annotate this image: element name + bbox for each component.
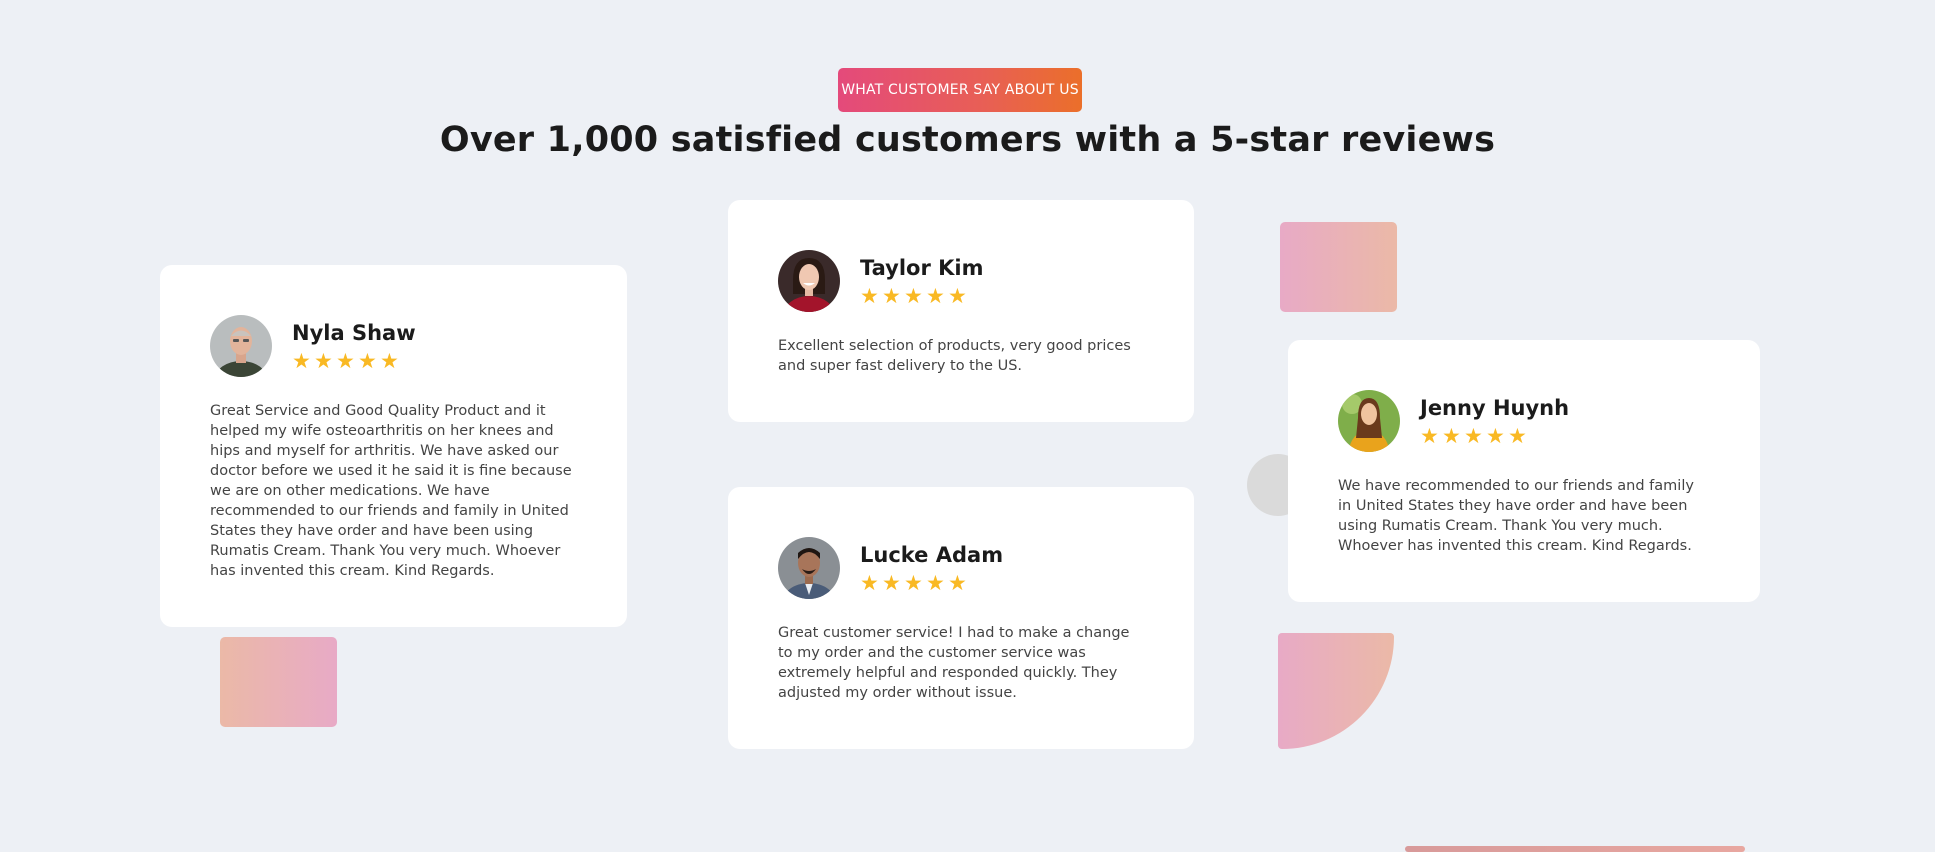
star-rating: ★ ★ ★ ★ ★ [292, 350, 416, 372]
star-icon: ★ [926, 284, 945, 308]
star-icon: ★ [926, 571, 945, 595]
avatar-lucke-adam [778, 537, 840, 599]
decorative-quarter-shape [1278, 633, 1394, 749]
review-text: Excellent selection of products, very go… [778, 338, 1131, 374]
avatar-image [210, 315, 272, 377]
avatar-taylor-kim [778, 250, 840, 312]
star-rating: ★ ★ ★ ★ ★ [860, 285, 983, 307]
reviewer-info: Taylor Kim ★ ★ ★ ★ ★ [860, 255, 983, 307]
star-icon: ★ [336, 349, 355, 373]
decorative-shape-top-right [1280, 222, 1397, 312]
reviewer-name: Taylor Kim [860, 256, 984, 280]
reviewer-info: Nyla Shaw ★ ★ ★ ★ ★ [292, 320, 416, 372]
avatar-image [778, 537, 840, 599]
star-icon: ★ [1420, 424, 1439, 448]
star-icon: ★ [948, 571, 967, 595]
review-header: Jenny Huynh ★ ★ ★ ★ ★ [1338, 390, 1710, 452]
avatar-image [778, 250, 840, 312]
section-title: Over 1,000 satisfied customers with a 5-… [439, 120, 1496, 160]
reviewer-name: Jenny Huynh [1420, 396, 1570, 420]
star-icon: ★ [904, 284, 923, 308]
review-card-taylor-kim: Taylor Kim ★ ★ ★ ★ ★ Excellent selection of … [728, 200, 1194, 422]
review-header: Lucke Adam ★ ★ ★ ★ ★ [778, 537, 1144, 599]
review-card-jenny-huynh: Jenny Huynh ★ ★ ★ ★ ★ We have recommended to… [1288, 340, 1760, 602]
review-header: Nyla Shaw ★ ★ ★ ★ ★ [210, 315, 577, 377]
avatar-jenny-huynh [1338, 390, 1400, 452]
star-icon: ★ [860, 571, 879, 595]
star-rating: ★ ★ ★ ★ ★ [860, 572, 1003, 594]
badge-what-customer-say: WHAT CUSTOMER SAY ABOUT US [838, 68, 1082, 112]
review-header: Taylor Kim ★ ★ ★ ★ ★ [778, 250, 1144, 312]
star-icon: ★ [292, 349, 311, 373]
star-icon: ★ [860, 284, 879, 308]
reviewer-info: Jenny Huynh ★ ★ ★ ★ ★ [1420, 395, 1569, 447]
star-icon: ★ [380, 349, 399, 373]
avatar-nyla-shaw [210, 315, 272, 377]
star-icon: ★ [948, 284, 967, 308]
avatar-image [1338, 390, 1400, 452]
reviewer-name: Lucke Adam [860, 543, 1004, 567]
reviewer-name: Nyla Shaw [292, 321, 416, 345]
star-icon: ★ [1508, 424, 1527, 448]
review-card-lucke-adam: Lucke Adam ★ ★ ★ ★ ★ Great customer service!… [728, 487, 1194, 749]
review-text: Great customer service! I had to make a … [778, 625, 1130, 701]
review-card-nyla-shaw: Nyla Shaw ★ ★ ★ ★ ★ Great Service and Good Q… [160, 265, 627, 627]
star-icon: ★ [314, 349, 333, 373]
star-icon: ★ [1442, 424, 1461, 448]
star-icon: ★ [882, 571, 901, 595]
review-text: Great Service and Good Quality Product a… [210, 403, 572, 579]
star-icon: ★ [882, 284, 901, 308]
star-icon: ★ [904, 571, 923, 595]
reviewer-info: Lucke Adam ★ ★ ★ ★ ★ [860, 542, 1003, 594]
review-text: We have recommended to our friends and f… [1338, 478, 1694, 554]
decorative-shape-bottom-left [220, 637, 337, 727]
decorative-bottom-strip [1405, 846, 1745, 852]
star-icon: ★ [1486, 424, 1505, 448]
star-rating: ★ ★ ★ ★ ★ [1420, 425, 1569, 447]
star-icon: ★ [1464, 424, 1483, 448]
star-icon: ★ [358, 349, 377, 373]
